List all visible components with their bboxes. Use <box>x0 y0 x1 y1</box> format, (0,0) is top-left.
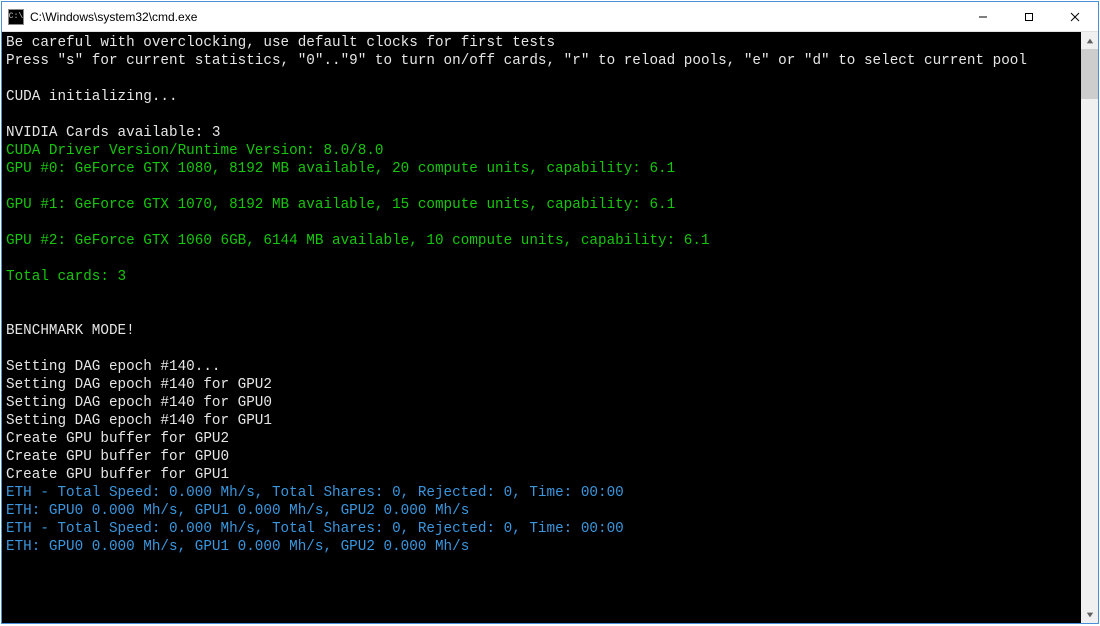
terminal-line: Create GPU buffer for GPU1 <box>6 466 1081 484</box>
terminal-line: ETH: GPU0 0.000 Mh/s, GPU1 0.000 Mh/s, G… <box>6 502 1081 520</box>
terminal-line: Press "s" for current statistics, "0".."… <box>6 52 1081 70</box>
terminal-line: NVIDIA Cards available: 3 <box>6 124 1081 142</box>
terminal-line <box>6 304 1081 322</box>
vertical-scrollbar[interactable] <box>1081 32 1098 623</box>
terminal-line: GPU #0: GeForce GTX 1080, 8192 MB availa… <box>6 160 1081 178</box>
terminal-line: Create GPU buffer for GPU0 <box>6 448 1081 466</box>
terminal-line: CUDA Driver Version/Runtime Version: 8.0… <box>6 142 1081 160</box>
terminal-line: BENCHMARK MODE! <box>6 322 1081 340</box>
terminal-line: ETH - Total Speed: 0.000 Mh/s, Total Sha… <box>6 520 1081 538</box>
terminal-line <box>6 250 1081 268</box>
window-title: C:\Windows\system32\cmd.exe <box>30 10 960 24</box>
terminal-line: Setting DAG epoch #140 for GPU2 <box>6 376 1081 394</box>
cmd-icon: C:\ <box>8 9 24 25</box>
client-area: Be careful with overclocking, use defaul… <box>2 32 1098 623</box>
terminal-line: GPU #1: GeForce GTX 1070, 8192 MB availa… <box>6 196 1081 214</box>
terminal-line: CUDA initializing... <box>6 88 1081 106</box>
minimize-button[interactable] <box>960 2 1006 31</box>
window-controls <box>960 2 1098 31</box>
scrollbar-track[interactable] <box>1081 49 1098 606</box>
terminal-line: Setting DAG epoch #140... <box>6 358 1081 376</box>
terminal-line: Create GPU buffer for GPU2 <box>6 430 1081 448</box>
terminal-line <box>6 214 1081 232</box>
terminal-line <box>6 178 1081 196</box>
terminal-line <box>6 286 1081 304</box>
maximize-button[interactable] <box>1006 2 1052 31</box>
terminal-line <box>6 106 1081 124</box>
terminal-line <box>6 340 1081 358</box>
scroll-up-button[interactable] <box>1081 32 1098 49</box>
terminal-line: GPU #2: GeForce GTX 1060 6GB, 6144 MB av… <box>6 232 1081 250</box>
titlebar[interactable]: C:\ C:\Windows\system32\cmd.exe <box>2 2 1098 32</box>
terminal-line: Setting DAG epoch #140 for GPU0 <box>6 394 1081 412</box>
terminal-line: Be careful with overclocking, use defaul… <box>6 34 1081 52</box>
terminal-line: ETH: GPU0 0.000 Mh/s, GPU1 0.000 Mh/s, G… <box>6 538 1081 556</box>
terminal-output[interactable]: Be careful with overclocking, use defaul… <box>2 32 1081 623</box>
terminal-line: Total cards: 3 <box>6 268 1081 286</box>
close-button[interactable] <box>1052 2 1098 31</box>
scrollbar-thumb[interactable] <box>1081 49 1098 99</box>
terminal-line: Setting DAG epoch #140 for GPU1 <box>6 412 1081 430</box>
window: C:\ C:\Windows\system32\cmd.exe Be caref… <box>1 1 1099 624</box>
terminal-line <box>6 70 1081 88</box>
scroll-down-button[interactable] <box>1081 606 1098 623</box>
terminal-line: ETH - Total Speed: 0.000 Mh/s, Total Sha… <box>6 484 1081 502</box>
